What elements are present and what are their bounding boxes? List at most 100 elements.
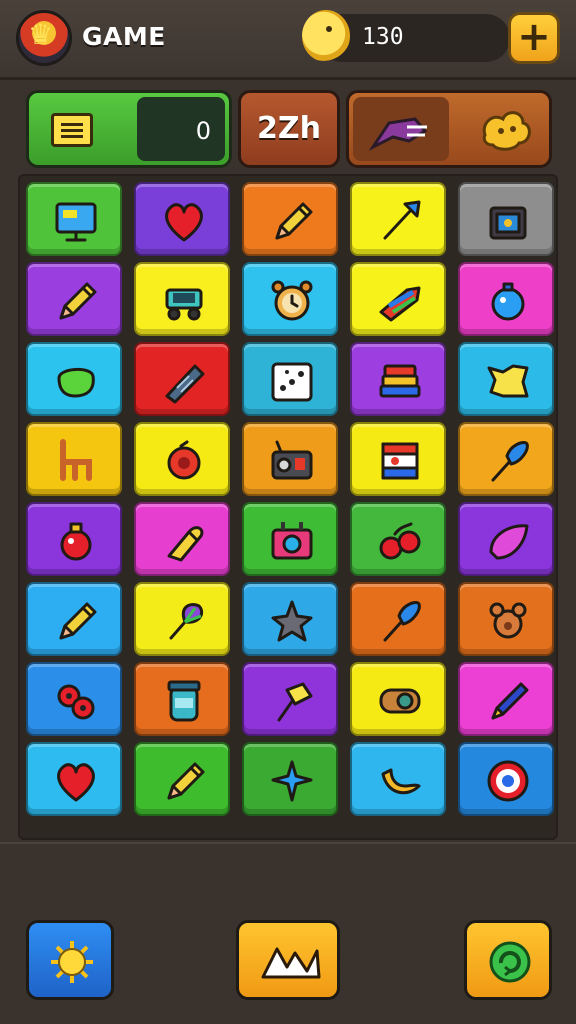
board-tile[interactable]	[458, 502, 554, 576]
bell-icon	[167, 440, 201, 480]
board-tile[interactable]	[242, 182, 338, 256]
banana-icon	[381, 768, 421, 795]
board-tile[interactable]	[458, 262, 554, 336]
board-tile[interactable]	[134, 182, 230, 256]
board-tile[interactable]	[350, 342, 446, 416]
board-tile[interactable]	[134, 422, 230, 496]
camera-icon	[271, 522, 313, 560]
eyes-icon	[57, 684, 95, 720]
tube-icon	[165, 364, 205, 404]
board-tile[interactable]	[242, 502, 338, 576]
board-tile[interactable]	[26, 742, 122, 816]
target-icon	[487, 760, 529, 802]
coin-count: 130	[362, 24, 404, 50]
star-icon	[271, 600, 313, 642]
fish-icon[interactable]	[363, 101, 439, 161]
pencil-icon	[59, 602, 97, 640]
board-tile[interactable]	[26, 262, 122, 336]
crayon-icon	[379, 286, 421, 322]
board-tile[interactable]	[134, 502, 230, 576]
cherries-icon	[379, 522, 421, 560]
ornament-icon	[491, 282, 525, 321]
brush-icon	[491, 441, 529, 482]
game-title: GAME	[82, 22, 166, 51]
potion-icon	[60, 522, 92, 561]
timer-display: 2Zh	[238, 90, 340, 168]
pen-icon	[491, 682, 529, 720]
tasks-panel[interactable]: 0	[26, 90, 232, 168]
board-tile[interactable]	[458, 662, 554, 736]
board-tile[interactable]	[350, 742, 446, 816]
powerup-panel[interactable]	[346, 90, 552, 168]
board-tile[interactable]	[350, 182, 446, 256]
board-tile[interactable]	[242, 262, 338, 336]
board-tile[interactable]	[242, 662, 338, 736]
game-board	[18, 174, 558, 840]
bear-icon	[489, 602, 527, 639]
leaf-icon	[489, 524, 529, 560]
bullet-icon	[167, 526, 204, 562]
board-tile[interactable]	[458, 342, 554, 416]
mountain-button[interactable]	[236, 920, 340, 1000]
board-tile[interactable]	[242, 742, 338, 816]
heart-icon	[57, 763, 95, 802]
board-tile[interactable]	[458, 582, 554, 656]
refresh-button[interactable]	[464, 920, 552, 1000]
dice-icon	[271, 362, 313, 402]
board-tile[interactable]	[458, 182, 554, 256]
list-icon	[51, 113, 93, 147]
board-tile[interactable]	[242, 422, 338, 496]
board-tile[interactable]	[26, 502, 122, 576]
score-value: 0	[195, 117, 211, 145]
fan-icon	[169, 603, 204, 640]
board-tile[interactable]	[26, 662, 122, 736]
cheese-blob-icon[interactable]	[477, 105, 535, 155]
sun-button[interactable]	[26, 920, 114, 1000]
board-tile[interactable]	[242, 342, 338, 416]
arrow-icon	[383, 200, 421, 240]
bandage-icon	[379, 688, 421, 714]
board-tile[interactable]	[26, 422, 122, 496]
cart-icon	[165, 288, 203, 321]
pencil-icon	[59, 282, 97, 320]
add-coins-button[interactable]: +	[508, 12, 560, 64]
board-tile[interactable]	[350, 582, 446, 656]
chair-icon	[60, 439, 92, 481]
board-tile[interactable]	[350, 262, 446, 336]
board-tile[interactable]	[458, 422, 554, 496]
flag-icon	[381, 442, 419, 480]
soap-icon	[57, 368, 95, 398]
mountain-icon	[261, 947, 321, 979]
jar-icon	[167, 680, 201, 722]
board-tile[interactable]	[26, 582, 122, 656]
board-tile[interactable]	[350, 502, 446, 576]
radio-icon	[271, 440, 313, 480]
board-tile[interactable]	[134, 262, 230, 336]
heart-icon	[165, 203, 203, 242]
board-tile[interactable]	[134, 582, 230, 656]
board-tile[interactable]	[26, 342, 122, 416]
refresh-icon	[489, 941, 531, 983]
sun-icon	[51, 941, 93, 983]
board-tile[interactable]	[350, 662, 446, 736]
board-tile[interactable]	[134, 662, 230, 736]
pencil-icon	[275, 202, 313, 240]
alarm-clock-icon	[271, 280, 313, 321]
sparkle-icon	[271, 760, 313, 802]
board-tile[interactable]	[350, 422, 446, 496]
treasure-chest-icon	[489, 206, 527, 240]
pencil-icon	[167, 762, 205, 800]
board-tile[interactable]	[26, 182, 122, 256]
coin-bird-icon	[302, 10, 350, 62]
monitor-icon	[55, 202, 97, 242]
board-tile[interactable]	[458, 742, 554, 816]
score-box: 0	[137, 97, 225, 161]
player-avatar[interactable]: ♛	[16, 10, 72, 66]
board-tile[interactable]	[134, 742, 230, 816]
books-icon	[379, 364, 421, 398]
hammer-icon	[277, 682, 313, 722]
board-tile[interactable]	[134, 342, 230, 416]
board-tile[interactable]	[242, 582, 338, 656]
crown-icon: ♛	[28, 18, 54, 51]
brush-icon	[383, 601, 421, 642]
